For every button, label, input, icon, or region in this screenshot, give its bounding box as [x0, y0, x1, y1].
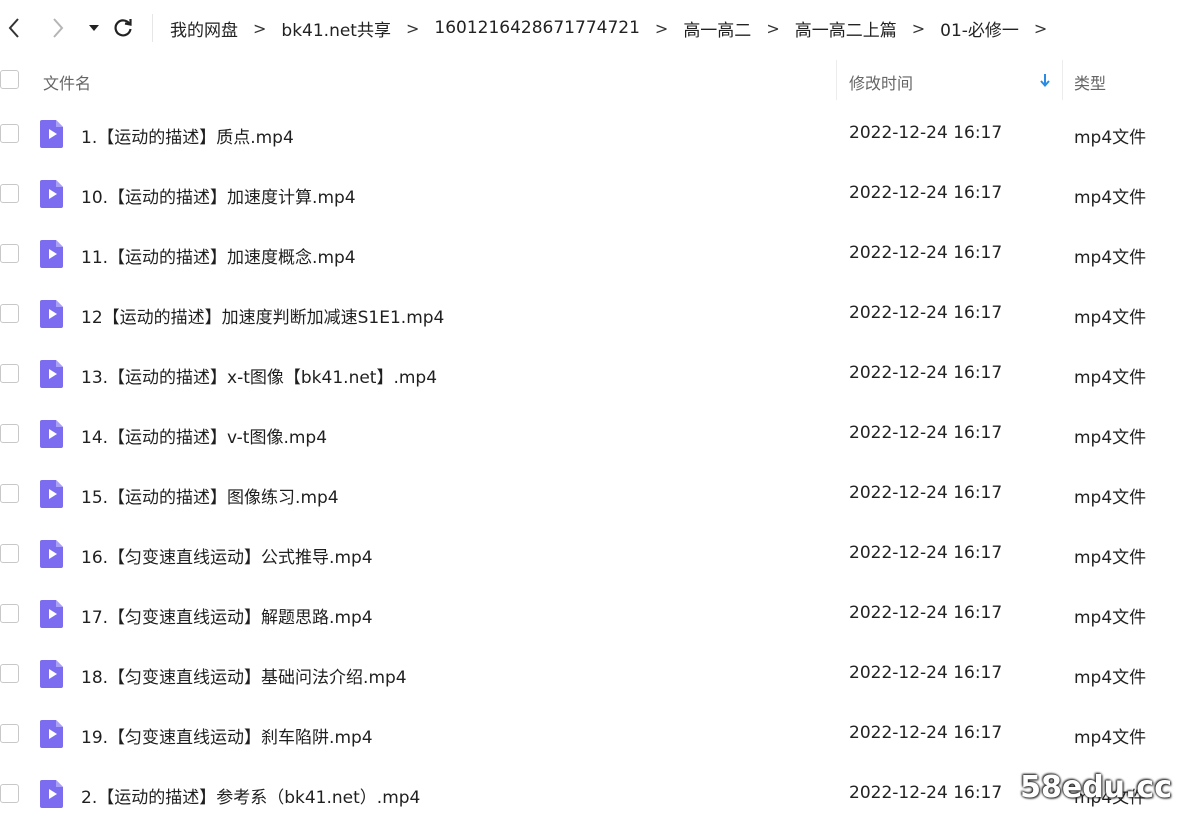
breadcrumb-separator: >: [912, 19, 925, 38]
file-modified-time: 2022-12-24 16:17: [849, 423, 1002, 443]
breadcrumb-item[interactable]: 高一高二上篇: [795, 16, 897, 41]
row-checkbox[interactable]: [0, 604, 19, 623]
file-modified-time: 2022-12-24 16:17: [849, 723, 1002, 743]
file-modified-time: 2022-12-24 16:17: [849, 483, 1002, 503]
arrow-down-icon[interactable]: [1039, 72, 1051, 91]
row-checkbox[interactable]: [0, 124, 19, 143]
file-row[interactable]: 18.【匀变速直线运动】基础问法介绍.mp4 2022-12-24 16:17 mp…: [0, 644, 1184, 704]
file-row[interactable]: 10.【运动的描述】加速度计算.mp4 2022-12-24 16:17 mp4文件: [0, 164, 1184, 224]
column-header-name[interactable]: 文件名: [43, 70, 91, 94]
file-modified-time: 2022-12-24 16:17: [849, 243, 1002, 263]
video-file-icon: [39, 359, 65, 394]
video-file-icon: [39, 779, 65, 814]
file-name[interactable]: 14.【运动的描述】v-t图像.mp4: [81, 423, 327, 448]
file-name[interactable]: 13.【运动的描述】x-t图像【bk41.net】.mp4: [81, 363, 437, 388]
breadcrumb: 我的网盘 > bk41.net共享 >1601216428671774721 > 高一高二…: [170, 0, 1062, 56]
file-type: mp4文件: [1074, 123, 1146, 148]
file-type: mp4文件: [1074, 363, 1146, 388]
file-modified-time: 2022-12-24 16:17: [849, 123, 1002, 143]
file-modified-time: 2022-12-24 16:17: [849, 783, 1002, 803]
file-name[interactable]: 19.【匀变速直线运动】刹车陷阱.mp4: [81, 723, 373, 748]
file-name[interactable]: 1.【运动的描述】质点.mp4: [81, 123, 294, 148]
file-name[interactable]: 18.【匀变速直线运动】基础问法介绍.mp4: [81, 663, 407, 688]
row-checkbox[interactable]: [0, 424, 19, 443]
file-modified-time: 2022-12-24 16:17: [849, 543, 1002, 563]
file-name[interactable]: 15.【运动的描述】图像练习.mp4: [81, 483, 339, 508]
file-type: mp4文件: [1074, 423, 1146, 448]
file-modified-time: 2022-12-24 16:17: [849, 183, 1002, 203]
breadcrumb-separator: >: [1034, 19, 1047, 38]
file-type: mp4文件: [1074, 543, 1146, 568]
file-name[interactable]: 17.【匀变速直线运动】解题思路.mp4: [81, 603, 373, 628]
file-modified-time: 2022-12-24 16:17: [849, 363, 1002, 383]
row-checkbox[interactable]: [0, 784, 19, 803]
file-name[interactable]: 11.【运动的描述】加速度概念.mp4: [81, 243, 356, 268]
file-row[interactable]: 14.【运动的描述】v-t图像.mp4 2022-12-24 16:17 mp4文件: [0, 404, 1184, 464]
file-row[interactable]: 15.【运动的描述】图像练习.mp4 2022-12-24 16:17 mp4文件: [0, 464, 1184, 524]
file-type: mp4文件: [1074, 243, 1146, 268]
file-type: mp4文件: [1074, 603, 1146, 628]
file-type: mp4文件: [1074, 483, 1146, 508]
breadcrumb-separator: >: [766, 19, 779, 38]
video-file-icon: [39, 659, 65, 694]
toolbar-divider: [152, 14, 153, 42]
breadcrumb-item[interactable]: 我的网盘: [170, 16, 238, 41]
breadcrumb-item[interactable]: 1601216428671774721: [434, 18, 640, 38]
file-name[interactable]: 16.【匀变速直线运动】公式推导.mp4: [81, 543, 373, 568]
breadcrumb-item[interactable]: 01-必修一: [940, 16, 1019, 41]
row-checkbox[interactable]: [0, 724, 19, 743]
row-checkbox[interactable]: [0, 244, 19, 263]
file-type: mp4文件: [1074, 183, 1146, 208]
breadcrumb-item[interactable]: bk41.net共享: [281, 16, 391, 41]
file-row[interactable]: 19.【匀变速直线运动】刹车陷阱.mp4 2022-12-24 16:17 mp4文…: [0, 704, 1184, 764]
row-checkbox[interactable]: [0, 484, 19, 503]
file-row[interactable]: 11.【运动的描述】加速度概念.mp4 2022-12-24 16:17 mp4文件: [0, 224, 1184, 284]
breadcrumb-separator: >: [406, 19, 419, 38]
caret-down-icon[interactable]: [82, 16, 106, 40]
refresh-icon[interactable]: [111, 16, 135, 40]
video-file-icon: [39, 239, 65, 274]
file-row[interactable]: 2.【运动的描述】参考系（bk41.net）.mp4 2022-12-24 16:…: [0, 764, 1184, 824]
column-divider[interactable]: [836, 60, 837, 100]
file-modified-time: 2022-12-24 16:17: [849, 663, 1002, 683]
file-row[interactable]: 16.【匀变速直线运动】公式推导.mp4 2022-12-24 16:17 mp4文…: [0, 524, 1184, 584]
select-all-checkbox[interactable]: [0, 70, 19, 89]
video-file-icon: [39, 599, 65, 634]
chevron-right-icon[interactable]: [46, 16, 70, 40]
video-file-icon: [39, 119, 65, 154]
row-checkbox[interactable]: [0, 184, 19, 203]
navigation-toolbar: 我的网盘 > bk41.net共享 >1601216428671774721 > 高一高二…: [0, 0, 1184, 56]
video-file-icon: [39, 179, 65, 214]
row-checkbox[interactable]: [0, 304, 19, 323]
file-modified-time: 2022-12-24 16:17: [849, 603, 1002, 623]
video-file-icon: [39, 479, 65, 514]
video-file-icon: [39, 299, 65, 334]
file-name[interactable]: 2.【运动的描述】参考系（bk41.net）.mp4: [81, 783, 420, 808]
file-row[interactable]: 13.【运动的描述】x-t图像【bk41.net】.mp4 2022-12-24 …: [0, 344, 1184, 404]
file-type: mp4文件: [1074, 723, 1146, 748]
video-file-icon: [39, 539, 65, 574]
row-checkbox[interactable]: [0, 544, 19, 563]
file-type: mp4文件: [1074, 663, 1146, 688]
file-name[interactable]: 10.【运动的描述】加速度计算.mp4: [81, 183, 356, 208]
video-file-icon: [39, 719, 65, 754]
column-header-type[interactable]: 类型: [1074, 70, 1106, 94]
file-list-header: 文件名 修改时间 类型: [0, 56, 1184, 104]
file-type: mp4文件: [1074, 303, 1146, 328]
file-row[interactable]: 12【运动的描述】加速度判断加减速S1E1.mp4 2022-12-24 16:1…: [0, 284, 1184, 344]
file-row[interactable]: 1.【运动的描述】质点.mp4 2022-12-24 16:17 mp4文件: [0, 104, 1184, 164]
row-checkbox[interactable]: [0, 364, 19, 383]
chevron-left-icon[interactable]: [2, 16, 26, 40]
column-header-modified[interactable]: 修改时间: [849, 70, 913, 94]
breadcrumb-item[interactable]: 高一高二: [683, 16, 751, 41]
row-checkbox[interactable]: [0, 664, 19, 683]
video-file-icon: [39, 419, 65, 454]
watermark: 58edu.cc: [1020, 770, 1172, 805]
file-modified-time: 2022-12-24 16:17: [849, 303, 1002, 323]
column-divider[interactable]: [1062, 60, 1063, 100]
breadcrumb-separator: >: [253, 19, 266, 38]
file-name[interactable]: 12【运动的描述】加速度判断加减速S1E1.mp4: [81, 303, 444, 328]
file-row[interactable]: 17.【匀变速直线运动】解题思路.mp4 2022-12-24 16:17 mp4文…: [0, 584, 1184, 644]
breadcrumb-separator: >: [655, 19, 668, 38]
